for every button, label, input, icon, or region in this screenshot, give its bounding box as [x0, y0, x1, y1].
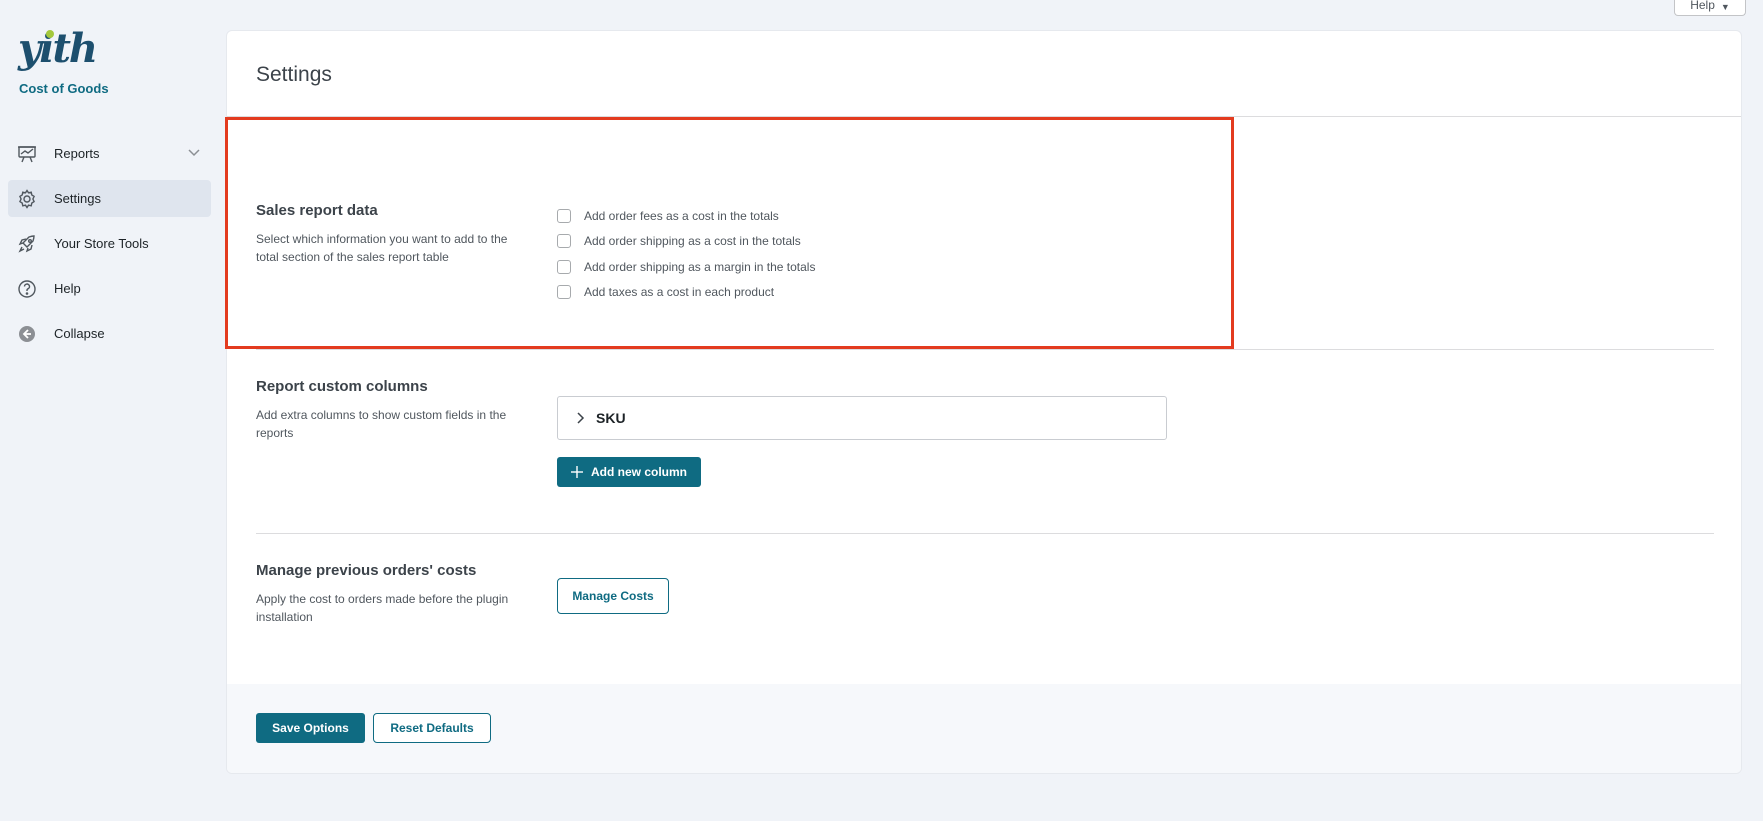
logo-text: yith [18, 25, 98, 72]
add-new-column-button[interactable]: Add new column [557, 457, 701, 487]
custom-columns-title: Report custom columns [256, 378, 428, 395]
section-divider [256, 533, 1714, 534]
sidebar: yith Cost of Goods Reports Settings Your… [0, 0, 218, 821]
logo-dot [46, 30, 54, 38]
gear-icon [16, 188, 38, 210]
card-footer: Save Options Reset Defaults [227, 684, 1741, 773]
save-options-button[interactable]: Save Options [256, 713, 365, 743]
yith-logo: yith [18, 25, 98, 72]
sidebar-item-help[interactable]: Help [8, 270, 211, 307]
sidebar-item-label: Settings [54, 191, 101, 206]
chevron-down-icon[interactable] [187, 146, 201, 163]
caret-down-icon: ▼ [1720, 2, 1730, 12]
plugin-name: Cost of Goods [19, 81, 109, 96]
custom-columns-description: Add extra columns to show custom fields … [256, 408, 507, 440]
sidebar-item-label: Reports [54, 146, 100, 161]
sidebar-item-label: Collapse [54, 326, 105, 341]
manage-costs-button[interactable]: Manage Costs [557, 578, 669, 614]
highlight-box [225, 117, 1234, 349]
custom-column-row-sku[interactable]: SKU [557, 396, 1167, 440]
reset-defaults-button[interactable]: Reset Defaults [373, 713, 491, 743]
sidebar-item-settings[interactable]: Settings [8, 180, 211, 217]
rocket-icon [16, 233, 38, 255]
help-tab-button[interactable]: Help ▼ [1674, 0, 1746, 16]
add-new-column-label: Add new column [591, 465, 687, 479]
section-divider [256, 349, 1714, 350]
chart-easel-icon [16, 143, 38, 165]
question-circle-icon [16, 278, 38, 300]
chevron-right-icon[interactable] [574, 412, 586, 424]
sidebar-item-label: Help [54, 281, 81, 296]
sidebar-item-store-tools[interactable]: Your Store Tools [8, 225, 211, 262]
sidebar-item-collapse[interactable]: Collapse [8, 315, 211, 352]
previous-orders-title: Manage previous orders' costs [256, 562, 477, 579]
arrow-left-circle-icon [16, 323, 38, 345]
plus-icon [571, 466, 583, 478]
page-title: Settings [256, 63, 332, 86]
sidebar-nav: Reports Settings Your Store Tools Help C… [8, 135, 211, 360]
sidebar-item-label: Your Store Tools [54, 236, 149, 251]
previous-orders-description: Apply the cost to orders made before the… [256, 592, 509, 624]
help-tab-label: Help [1690, 0, 1715, 12]
custom-column-label: SKU [596, 410, 626, 426]
sidebar-item-reports[interactable]: Reports [8, 135, 211, 172]
